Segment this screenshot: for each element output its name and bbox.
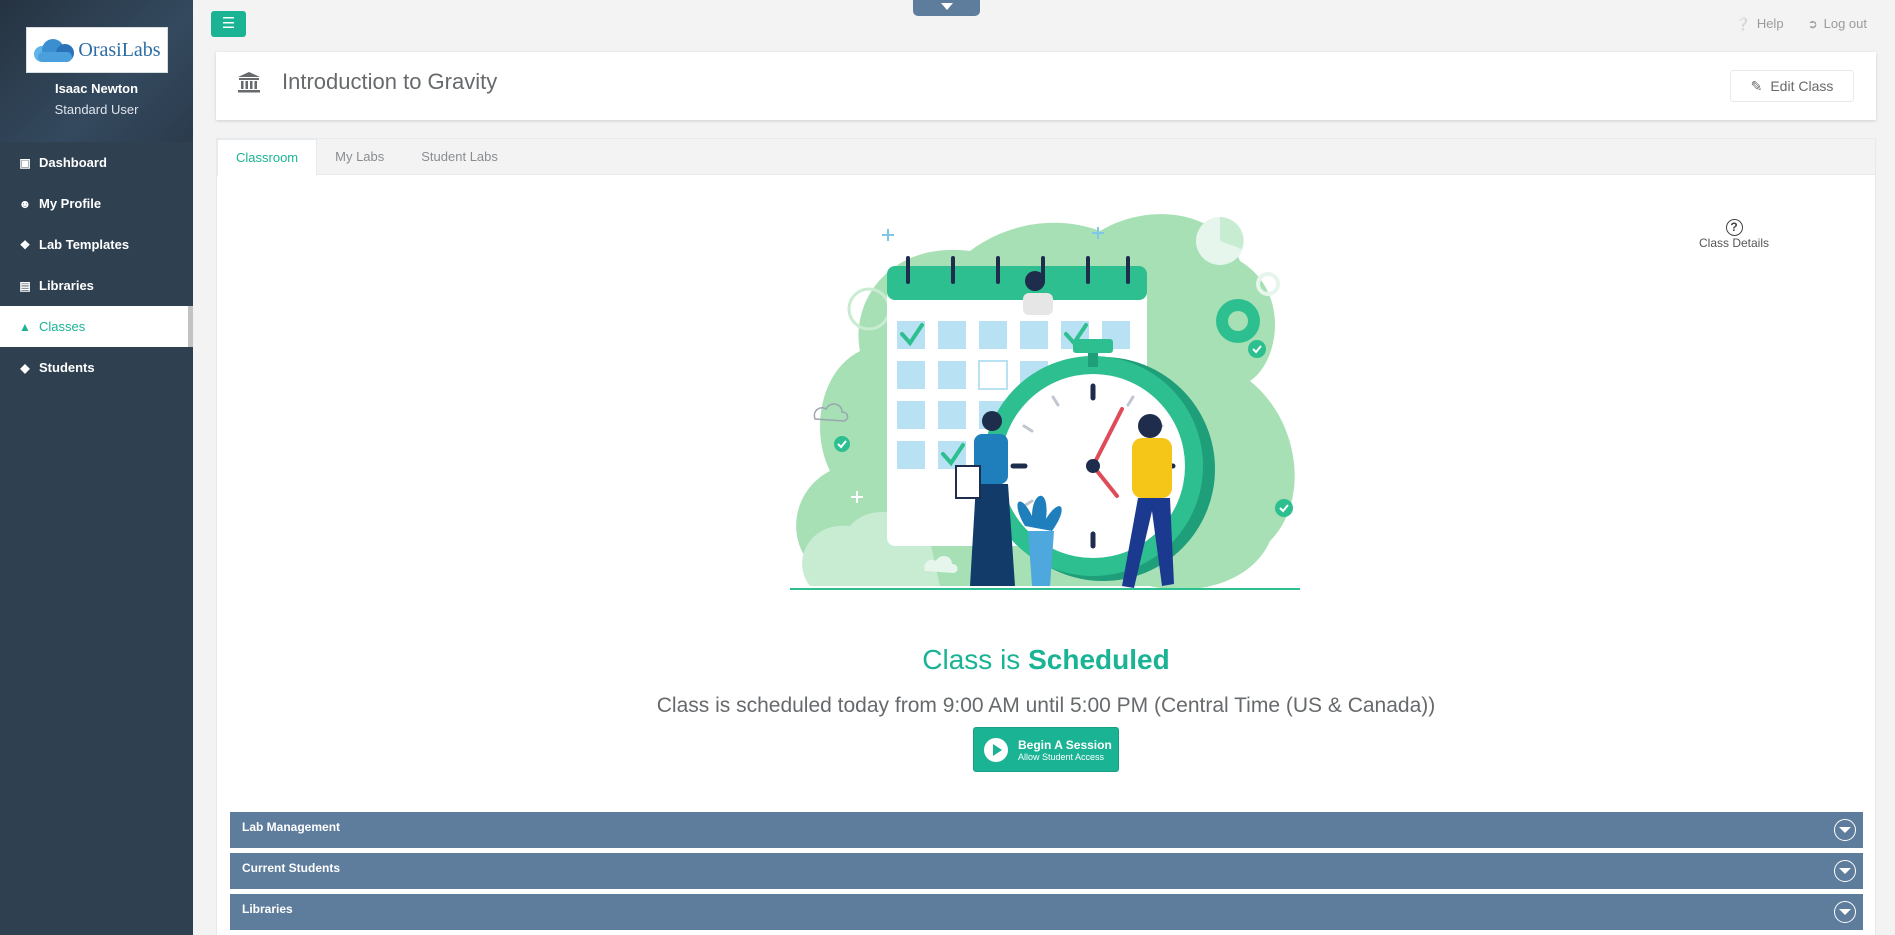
institution-icon: ▲ [19,319,31,334]
sidebar-item-students[interactable]: ◆ Students [0,347,193,388]
dropdown-toggle-tab[interactable] [913,0,980,16]
edit-class-button[interactable]: ✎ Edit Class [1730,70,1854,102]
sign-out-icon: ➲ [1807,16,1818,31]
chevron-down-icon[interactable] [1834,901,1856,923]
graduation-cap-icon: ◆ [20,360,30,375]
help-label: Help [1756,16,1784,31]
tab-my-labs[interactable]: My Labs [317,139,403,175]
sidebar-item-label: My Profile [39,196,102,211]
tab-classroom[interactable]: Classroom [217,139,318,176]
tab-bar: Classroom My Labs Student Labs [217,139,1875,176]
tab-student-labs[interactable]: Student Labs [403,139,517,175]
class-status: Class is Scheduled [217,644,1875,676]
begin-session-label: Begin A Session [1018,737,1112,752]
sidebar: OrasiLabs Isaac Newton Standard User ▣ D… [0,0,193,935]
page-title: Introduction to Gravity [282,69,498,94]
hamburger-icon: ☰ [221,15,236,32]
begin-session-button[interactable]: Begin A Session Allow Student Access [973,727,1119,772]
accordion-libraries[interactable]: Libraries [230,894,1863,930]
sidebar-item-libraries[interactable]: ▤ Libraries [0,265,193,306]
sidebar-item-label: Libraries [39,278,94,293]
logout-link[interactable]: ➲ Log out [1808,16,1867,31]
user-name: Isaac Newton [54,81,139,96]
logo: OrasiLabs [25,27,168,73]
sidebar-item-my-profile[interactable]: ☻ My Profile [0,183,193,224]
accordion-label: Lab Management [242,820,341,834]
schedule-text: Class is scheduled today from 9:00 AM un… [656,694,1436,717]
sidebar-item-dashboard[interactable]: ▣ Dashboard [0,142,193,183]
schedule-illustration [790,214,1300,590]
accordion-current-students[interactable]: Current Students [230,853,1863,889]
question-circle-icon: ❔ [1735,16,1751,31]
question-circle-icon: ? [1725,219,1743,236]
sidebar-item-lab-templates[interactable]: ❖ Lab Templates [0,224,193,265]
status-prefix: Class is [922,644,1021,675]
monitor-icon: ▣ [19,155,31,170]
sidebar-item-label: Classes [39,319,86,334]
sidebar-item-label: Lab Templates [39,237,130,252]
status-state: Scheduled [1028,644,1170,675]
chevron-down-icon[interactable] [1834,860,1856,882]
play-icon [984,737,1008,762]
institution-icon [238,72,260,93]
cloud-logo-icon [32,36,76,64]
accordion-label: Libraries [242,902,293,916]
profile-area: OrasiLabs Isaac Newton Standard User [0,0,193,142]
sidebar-nav: ▣ Dashboard ☻ My Profile ❖ Lab Templates… [0,142,193,388]
page-header: Introduction to Gravity ✎ Edit Class [216,52,1876,120]
help-link[interactable]: ❔ Help [1736,16,1784,31]
edit-class-label: Edit Class [1770,78,1834,94]
begin-session-sublabel: Allow Student Access [1018,751,1105,762]
sidebar-item-classes[interactable]: ▲ Classes [0,306,193,347]
pencil-icon: ✎ [1750,77,1763,94]
top-links: ❔ Help ➲ Log out [1736,16,1867,31]
logo-text: OrasiLabs [78,38,161,61]
sidebar-item-label: Dashboard [39,155,107,170]
cubes-icon: ❖ [19,237,31,252]
main-panel: Classroom My Labs Student Labs ? Class D… [216,138,1876,935]
logout-label: Log out [1823,16,1867,31]
chevron-down-icon[interactable] [1834,819,1856,841]
accordion-lab-management[interactable]: Lab Management [230,812,1863,848]
sidebar-item-label: Students [39,360,95,375]
accordion-label: Current Students [242,861,341,875]
user-icon: ☻ [18,196,32,211]
menu-toggle-button[interactable]: ☰ [211,11,246,37]
user-role: Standard User [54,102,139,117]
class-details-label: Class Details [1698,236,1770,250]
class-details-button[interactable]: ? Class Details [1684,219,1784,250]
book-icon: ▤ [19,278,31,293]
